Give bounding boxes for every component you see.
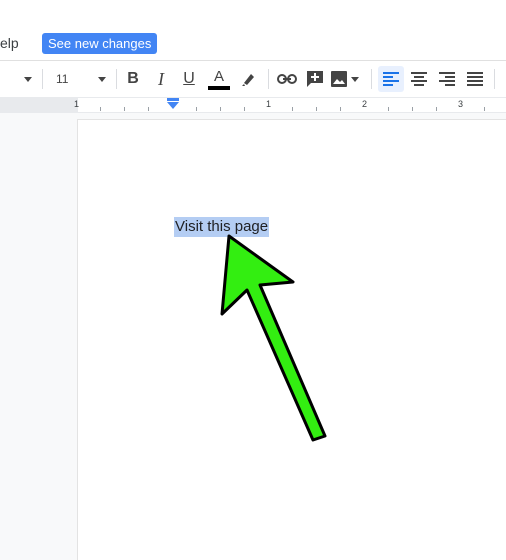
- annotation-arrow-icon: [220, 234, 327, 442]
